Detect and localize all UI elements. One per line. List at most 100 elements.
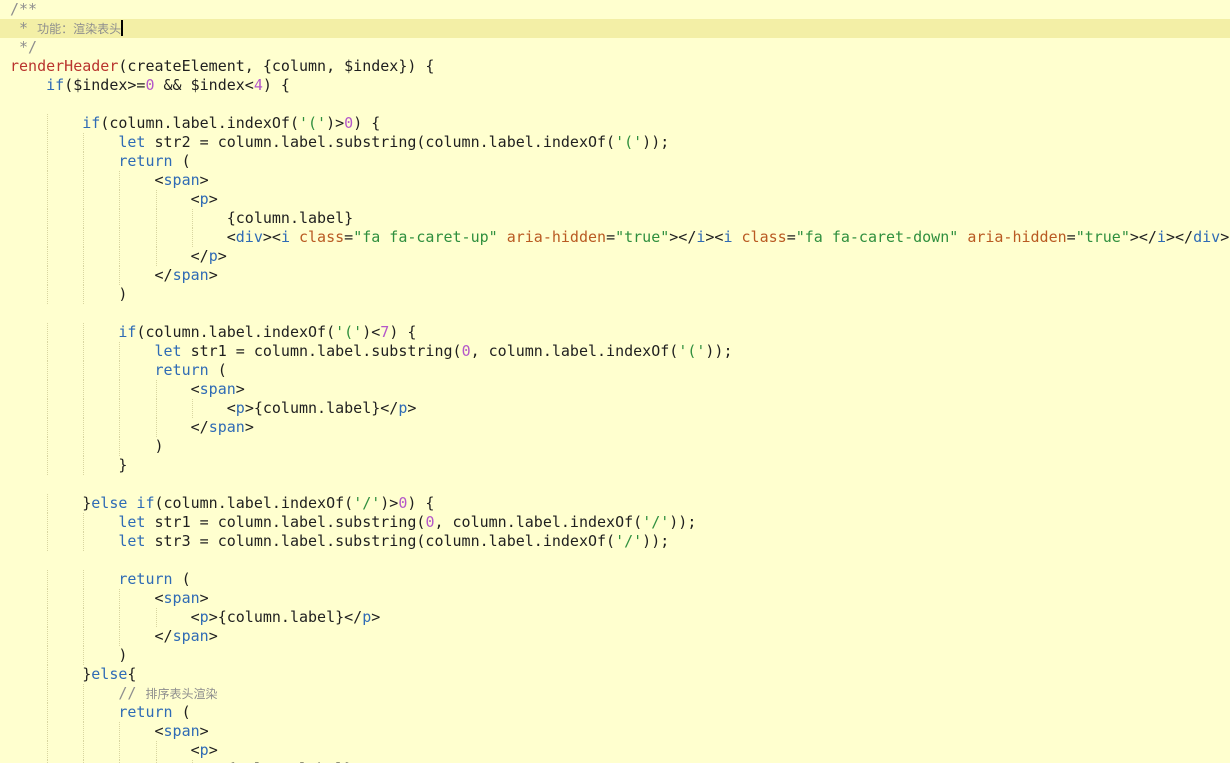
code-line[interactable]: renderHeader(createElement, {column, $in… xyxy=(0,57,1230,76)
indent-guide xyxy=(155,399,157,418)
code-line[interactable]: let str1 = column.label.substring(0, col… xyxy=(0,342,1230,361)
indent-guide xyxy=(83,266,85,285)
indent-guide xyxy=(47,228,49,247)
indent-guide xyxy=(47,570,49,589)
code-line[interactable]: /** xyxy=(0,0,1230,19)
code-line[interactable]: if(column.label.indexOf('(')>0) { xyxy=(0,114,1230,133)
code-line[interactable]: <p> xyxy=(0,741,1230,760)
code-line[interactable]: <div><i class="fa fa-caret-up" aria-hidd… xyxy=(0,228,1230,247)
text-cursor xyxy=(121,20,124,36)
code-token-tag: span xyxy=(199,380,236,398)
code-token-kw: if xyxy=(118,323,137,341)
code-line[interactable]: return ( xyxy=(0,361,1230,380)
code-line[interactable]: return ( xyxy=(0,703,1230,722)
code-token-kw: let xyxy=(154,342,182,360)
code-token-pl: ($index>= xyxy=(64,76,146,94)
indent-guide xyxy=(47,627,49,646)
indent-guide xyxy=(83,513,85,532)
indent-guide xyxy=(83,532,85,551)
indent-guide xyxy=(83,399,85,418)
code-line[interactable]: <span> xyxy=(0,722,1230,741)
code-token-num: 4 xyxy=(253,76,263,94)
code-line[interactable]: <span> xyxy=(0,171,1230,190)
indent-guide xyxy=(119,418,121,437)
code-token-pl: ( xyxy=(172,703,191,721)
code-line[interactable]: {column.label} xyxy=(0,209,1230,228)
code-line[interactable]: </p> xyxy=(0,247,1230,266)
code-token-pl: } xyxy=(82,665,92,683)
code-line[interactable]: <p>{column.label}</p> xyxy=(0,399,1230,418)
code-line[interactable] xyxy=(0,475,1230,494)
code-token-pl: ) { xyxy=(389,323,417,341)
code-token-pl: > xyxy=(208,627,218,645)
code-token-pl: )< xyxy=(362,323,381,341)
code-line[interactable]: if($index>=0 && $index<4) { xyxy=(0,76,1230,95)
code-token-pl: = xyxy=(344,228,354,246)
code-line[interactable] xyxy=(0,551,1230,570)
code-token-tag: p xyxy=(199,190,209,208)
indent-guide xyxy=(119,627,121,646)
code-line[interactable]: let str1 = column.label.substring(0, col… xyxy=(0,513,1230,532)
code-token-cmt: // xyxy=(118,684,146,702)
code-token-pl: , column.label.indexOf( xyxy=(434,513,643,531)
code-line[interactable]: <span> xyxy=(0,380,1230,399)
code-token-pl: < xyxy=(226,399,236,417)
code-line[interactable]: </span> xyxy=(0,266,1230,285)
code-token-pl: )> xyxy=(326,114,345,132)
code-line[interactable]: <p>{column.label}</p> xyxy=(0,608,1230,627)
code-line[interactable]: </span> xyxy=(0,418,1230,437)
code-token-pl: ) { xyxy=(353,114,381,132)
code-token-pl: > xyxy=(217,247,227,265)
code-token-pl: > xyxy=(235,380,245,398)
code-token-pl: >{column.label}</ xyxy=(244,399,399,417)
code-token-str: '/' xyxy=(353,494,381,512)
code-line[interactable]: // 排序表头渲染 xyxy=(0,684,1230,703)
code-line[interactable]: let str2 = column.label.substring(column… xyxy=(0,133,1230,152)
code-editor[interactable]: /** * 功能：渲染表头 */renderHeader(createEleme… xyxy=(0,0,1230,763)
code-token-pl: > xyxy=(199,171,209,189)
code-line[interactable]: }else if(column.label.indexOf('/')>0) { xyxy=(0,494,1230,513)
code-token-tag: p xyxy=(199,741,209,759)
code-token-pl: < xyxy=(154,171,164,189)
code-line[interactable]: let str3 = column.label.substring(column… xyxy=(0,532,1230,551)
code-token-pl: )); xyxy=(705,342,733,360)
code-token-pl: { xyxy=(127,665,137,683)
code-line[interactable]: * 功能：渲染表头 xyxy=(0,19,1230,38)
code-line[interactable]: ) xyxy=(0,437,1230,456)
code-line[interactable]: }else{ xyxy=(0,665,1230,684)
indent-guide xyxy=(83,190,85,209)
code-line[interactable]: <p> xyxy=(0,190,1230,209)
indent-guide xyxy=(47,399,49,418)
indent-guide xyxy=(83,437,85,456)
code-line[interactable]: return ( xyxy=(0,570,1230,589)
indent-guide xyxy=(155,380,157,399)
indent-guide xyxy=(83,152,85,171)
indent-guide xyxy=(47,494,49,513)
code-line[interactable]: if(column.label.indexOf('(')<7) { xyxy=(0,323,1230,342)
code-line[interactable]: </span> xyxy=(0,627,1230,646)
code-line[interactable]: */ xyxy=(0,38,1230,57)
code-line[interactable]: return ( xyxy=(0,152,1230,171)
code-line[interactable] xyxy=(0,95,1230,114)
code-line[interactable]: } xyxy=(0,456,1230,475)
code-token-pl: ></ xyxy=(1129,228,1157,246)
code-line[interactable]: ) xyxy=(0,646,1230,665)
indent-guide xyxy=(155,247,157,266)
code-token-pl: = xyxy=(1066,228,1076,246)
indent-guide xyxy=(119,608,121,627)
code-token-tag: span xyxy=(163,589,200,607)
code-line[interactable]: ) xyxy=(0,285,1230,304)
code-line[interactable]: <span> xyxy=(0,589,1230,608)
code-line[interactable] xyxy=(0,304,1230,323)
indent-guide xyxy=(47,209,49,228)
